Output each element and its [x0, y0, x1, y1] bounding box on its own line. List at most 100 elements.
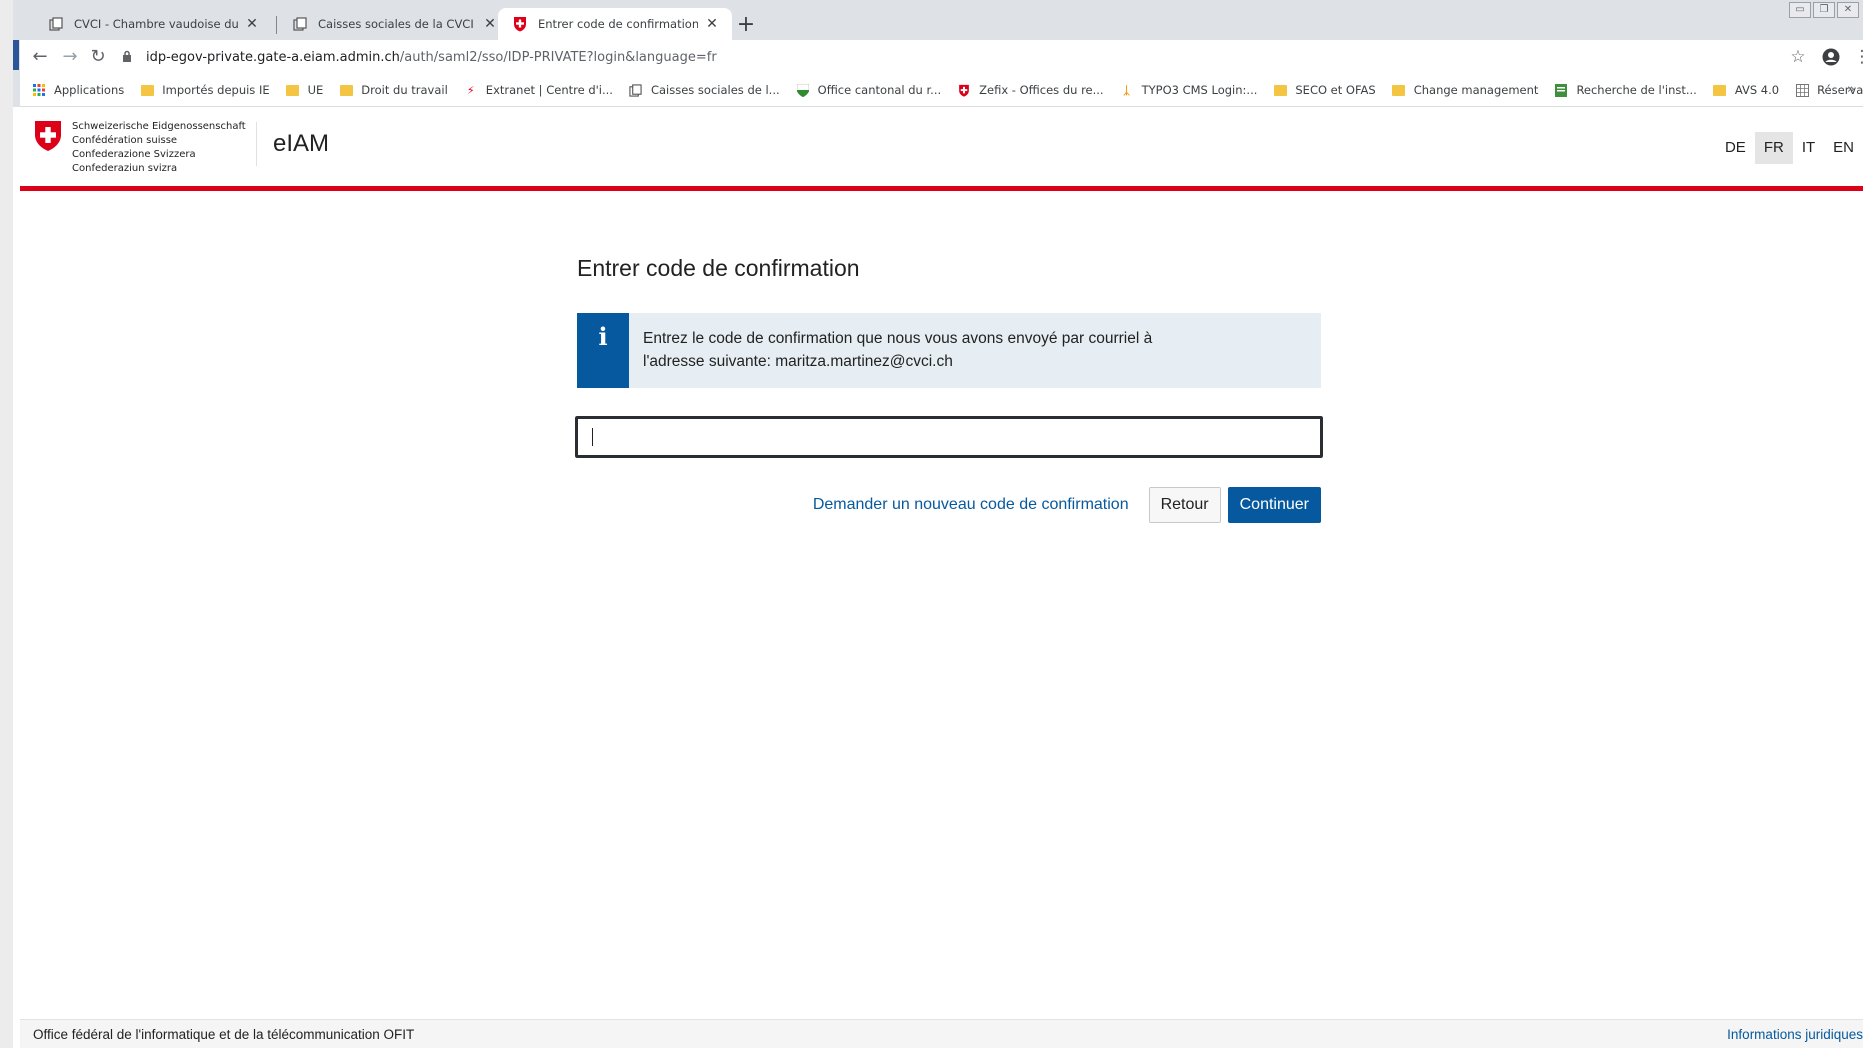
- folder-icon: [286, 83, 300, 97]
- bookmark-label: SECO et OFAS: [1295, 83, 1376, 97]
- language-fr[interactable]: FR: [1754, 132, 1793, 164]
- back-button[interactable]: Retour: [1148, 487, 1221, 523]
- typo3-icon: ᛣ: [1123, 83, 1130, 97]
- vaud-shield-icon: [796, 83, 810, 97]
- folder-icon: [140, 83, 154, 97]
- page-icon: [48, 16, 64, 32]
- page-title: Entrer code de confirmation: [577, 255, 860, 281]
- swiss-crest-icon[interactable]: [34, 120, 62, 152]
- window-controls: ▭ ❐ ✕: [1789, 2, 1859, 18]
- apps-grid-icon: [32, 83, 46, 97]
- bookmark-extranet[interactable]: ⚡ Extranet | Centre d'i...: [464, 83, 613, 97]
- bookmark-folder-change-management[interactable]: Change management: [1392, 83, 1539, 97]
- language-switcher: DE FR IT EN: [1716, 132, 1863, 164]
- swiss-shield-icon: [957, 83, 971, 97]
- bookmark-label: Recherche de l'inst...: [1576, 83, 1697, 97]
- bookmark-star-icon[interactable]: ☆: [1786, 45, 1810, 69]
- close-icon[interactable]: ✕: [482, 16, 498, 32]
- bookmark-folder-ie[interactable]: Importés depuis IE: [140, 83, 270, 97]
- tab-title: Entrer code de confirmation: [538, 17, 698, 31]
- bookmark-label: Extranet | Centre d'i...: [485, 83, 613, 97]
- bookmark-recherche[interactable]: Recherche de l'inst...: [1554, 83, 1697, 97]
- info-icon-glyph: i: [598, 322, 608, 351]
- confederation-name-rm: Confederaziun svizra: [72, 163, 178, 174]
- reload-icon[interactable]: ↻: [86, 45, 110, 69]
- app-name: eIAM: [273, 130, 330, 157]
- confederation-name-de: Schweizerische Eidgenossenschaft: [72, 121, 246, 132]
- header-divider: [256, 122, 257, 166]
- tab-strip: CVCI - Chambre vaudoise du commerce ✕ Ca…: [20, 4, 1863, 40]
- folder-icon: [1392, 83, 1406, 97]
- bookmark-label: Office cantonal du r...: [817, 83, 942, 97]
- restore-button[interactable]: ❐: [1813, 2, 1835, 18]
- grid-page-icon: [1795, 83, 1809, 97]
- page-icon: [292, 16, 308, 32]
- text-caret: [592, 428, 593, 446]
- bookmark-typo3[interactable]: ᛣ TYPO3 CMS Login:...: [1120, 83, 1258, 97]
- bookmark-caisses-sociales[interactable]: Caisses sociales de l...: [629, 83, 780, 97]
- bookmark-label: Change management: [1413, 83, 1539, 97]
- info-message-box: i Entrez le code de confirmation que nou…: [577, 313, 1321, 388]
- forward-arrow-icon[interactable]: →: [58, 45, 82, 69]
- bookmarks-overflow-button[interactable]: »: [1847, 82, 1855, 97]
- bookmark-folder-seco[interactable]: SECO et OFAS: [1273, 83, 1376, 97]
- form-actions: Demander un nouveau code de confirmation…: [813, 487, 1321, 523]
- bookmark-folder-ue[interactable]: UE: [286, 83, 324, 97]
- bookmark-label: Caisses sociales de l...: [650, 83, 780, 97]
- bookmark-label: AVS 4.0: [1734, 83, 1780, 97]
- info-icon: i: [577, 313, 629, 388]
- url-path: /auth/saml2/sso/IDP-PRIVATE?login&langua…: [399, 49, 717, 65]
- folder-icon: [1273, 83, 1287, 97]
- tab-caisses-sociales[interactable]: Caisses sociales de la CVCI - eServices …: [278, 8, 510, 40]
- tab-title: CVCI - Chambre vaudoise du commerce: [74, 17, 238, 31]
- tab-confirmation-active[interactable]: Entrer code de confirmation ✕: [498, 8, 732, 40]
- site-footer: Office fédéral de l'informatique et de l…: [20, 1019, 1863, 1048]
- lock-icon: [122, 50, 136, 65]
- green-page-icon: [1554, 83, 1568, 97]
- tab-title: Caisses sociales de la CVCI - eServices: [318, 17, 476, 31]
- window-accent: [13, 40, 19, 70]
- confederation-name-fr: Confédération suisse: [72, 135, 178, 146]
- close-icon[interactable]: ✕: [244, 16, 260, 32]
- browser-toolbar: ← → ↻ idp-egov-private.gate-a.eiam.admin…: [20, 40, 1863, 74]
- window-left-edge: [0, 0, 13, 1048]
- bookmark-label: Droit du travail: [361, 83, 448, 97]
- close-icon[interactable]: ✕: [704, 16, 720, 32]
- address-bar[interactable]: idp-egov-private.gate-a.eiam.admin.ch/au…: [122, 43, 1782, 71]
- tab-separator: [276, 16, 277, 34]
- confederation-names: Schweizerische Eidgenossenschaft Confédé…: [72, 120, 246, 176]
- minimize-button[interactable]: ▭: [1789, 2, 1811, 18]
- bookmark-label: TYPO3 CMS Login:...: [1141, 83, 1258, 97]
- continue-button[interactable]: Continuer: [1227, 487, 1321, 523]
- footer-office-name: Office fédéral de l'informatique et de l…: [33, 1027, 415, 1042]
- profile-icon[interactable]: [1819, 45, 1843, 69]
- tab-cvci[interactable]: CVCI - Chambre vaudoise du commerce ✕: [34, 8, 272, 40]
- extranet-icon: ⚡: [466, 83, 475, 97]
- language-de[interactable]: DE: [1716, 132, 1755, 164]
- request-new-code-link[interactable]: Demander un nouveau code de confirmation: [813, 496, 1129, 514]
- header-red-line: [20, 186, 1863, 191]
- bookmark-zefix[interactable]: Zefix - Offices du re...: [957, 83, 1104, 97]
- bookmark-folder-avs[interactable]: AVS 4.0: [1713, 83, 1779, 97]
- browser-menu-icon[interactable]: ⋮: [1850, 45, 1863, 69]
- swiss-shield-icon: [512, 16, 528, 32]
- bookmark-label: Applications: [54, 83, 125, 97]
- close-window-button[interactable]: ✕: [1837, 2, 1859, 18]
- info-message: Entrez le code de confirmation que nous …: [643, 330, 1153, 370]
- folder-icon: [1713, 83, 1727, 97]
- bookmark-folder-droit-travail[interactable]: Droit du travail: [339, 83, 448, 97]
- bookmark-applications[interactable]: Applications: [32, 83, 124, 97]
- bookmark-label: Zefix - Offices du re...: [979, 83, 1104, 97]
- confirmation-code-input[interactable]: [573, 414, 1325, 460]
- url-host: idp-egov-private.gate-a.eiam.admin.ch: [146, 49, 400, 65]
- bookmark-office-cantonal[interactable]: Office cantonal du r...: [796, 83, 942, 97]
- back-arrow-icon[interactable]: ←: [28, 45, 52, 69]
- new-tab-button[interactable]: +: [732, 12, 760, 40]
- bookmarks-bar: Applications Importés depuis IE UE Droit…: [20, 74, 1863, 107]
- legal-info-link[interactable]: Informations juridiques: [1727, 1027, 1863, 1042]
- language-en[interactable]: EN: [1824, 132, 1863, 164]
- confirmation-form: Entrer code de confirmation i Entrez le …: [573, 255, 1325, 523]
- page-icon: [629, 83, 643, 97]
- bookmark-label: UE: [307, 83, 324, 97]
- language-it[interactable]: IT: [1793, 132, 1824, 164]
